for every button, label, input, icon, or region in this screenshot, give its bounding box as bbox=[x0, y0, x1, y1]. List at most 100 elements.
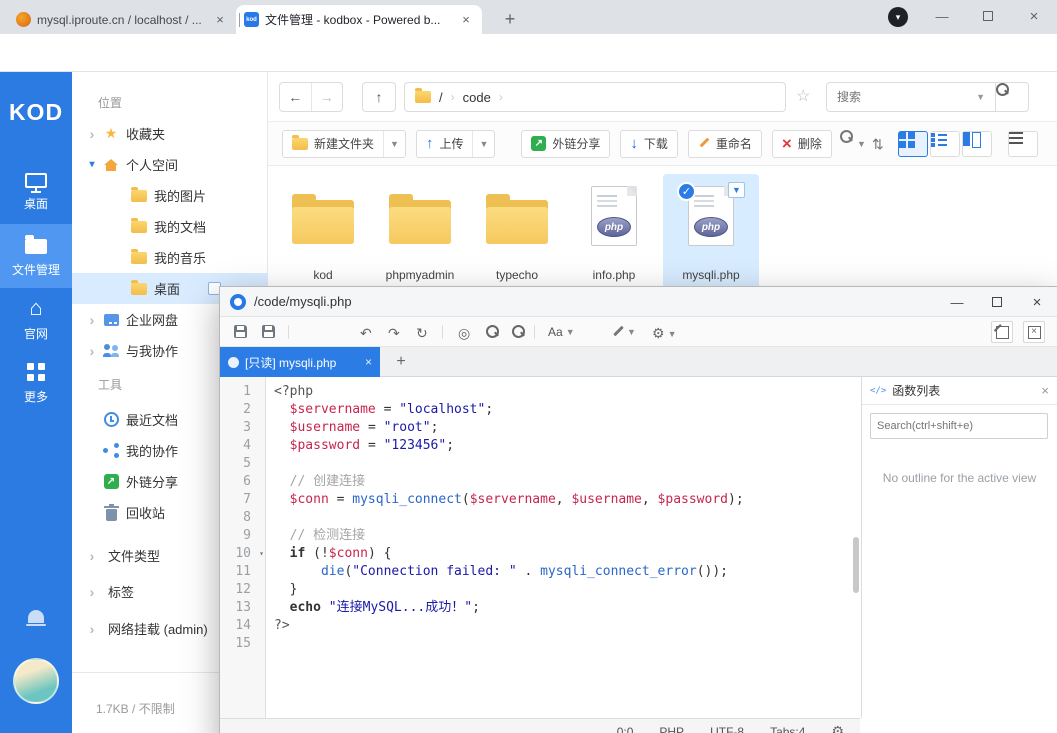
tab-close-icon[interactable]: × bbox=[458, 12, 474, 27]
toolbar-button[interactable]: 新建文件夹▼ bbox=[282, 130, 406, 158]
path-bar[interactable]: / › code › bbox=[404, 82, 786, 112]
save-as-button[interactable] bbox=[262, 325, 275, 338]
view-grid-button[interactable] bbox=[898, 131, 928, 157]
refresh-button[interactable] bbox=[416, 325, 428, 342]
history-back-button[interactable]: ← bbox=[280, 83, 311, 111]
editor-tab[interactable]: [只读] mysql​i.php × bbox=[220, 347, 380, 377]
toolbar-button[interactable]: 删除 bbox=[772, 130, 832, 158]
zoom-tool[interactable]: ▼ bbox=[840, 130, 866, 158]
status-item[interactable]: 0:0 bbox=[617, 725, 634, 733]
new-editor-tab-button[interactable]: + bbox=[390, 351, 412, 373]
link-share-icon bbox=[104, 474, 119, 489]
toolbar-button[interactable]: 重命名 bbox=[688, 130, 762, 158]
tree-item-label: 桌面 bbox=[154, 279, 180, 298]
browser-status-circle-icon[interactable]: ▾ bbox=[888, 7, 908, 27]
zoom-icon bbox=[840, 138, 853, 151]
caret-down-icon[interactable]: ▼ bbox=[472, 131, 494, 157]
browser-tab[interactable]: mysql.iproute.cn / localhost / ...× bbox=[8, 5, 236, 34]
list-settings-button[interactable] bbox=[1008, 131, 1038, 157]
browser-tab[interactable]: kod文件管理 - kodbox - Powered b...× bbox=[236, 5, 482, 34]
tab-close-icon[interactable]: × bbox=[212, 12, 228, 27]
save-button[interactable] bbox=[234, 325, 247, 338]
rail-item[interactable]: 更多 bbox=[0, 352, 72, 416]
rail-item[interactable]: 文件管理 bbox=[0, 224, 72, 288]
notifications-bell[interactable] bbox=[28, 610, 44, 626]
breadcrumb-folder[interactable]: code bbox=[463, 90, 491, 105]
tree-item[interactable]: ▾个人空间 bbox=[72, 149, 268, 180]
editor-maximize-button[interactable] bbox=[977, 287, 1017, 317]
window-close-button[interactable]: × bbox=[1012, 0, 1056, 32]
up-folder-button[interactable]: ↑ bbox=[362, 82, 396, 112]
view-column-button[interactable] bbox=[962, 131, 992, 157]
find-replace-button[interactable] bbox=[512, 325, 525, 338]
tab-close-icon[interactable]: × bbox=[365, 355, 372, 369]
sort-tool[interactable] bbox=[872, 130, 884, 158]
tools-button[interactable]: ▼ bbox=[612, 325, 636, 338]
tree-item[interactable]: 我的图片 bbox=[72, 180, 268, 211]
file-item[interactable]: php✓▼mysqli.php bbox=[663, 174, 759, 292]
editor-close-button[interactable]: × bbox=[1017, 287, 1057, 317]
chevron-right-icon[interactable]: › bbox=[86, 344, 98, 358]
caret-down-icon[interactable]: ▼ bbox=[383, 131, 405, 157]
editor-window: /code/mysqli.php — × Aa▼ ▼ ▼ bbox=[220, 287, 1057, 733]
fold-caret-icon[interactable]: ▾ bbox=[259, 545, 264, 563]
file-menu-caret-icon[interactable]: ▼ bbox=[728, 182, 745, 198]
line-number: 14 bbox=[220, 617, 265, 635]
rail-item[interactable]: 官网 bbox=[0, 288, 72, 352]
chevron-down-icon[interactable]: ▾ bbox=[86, 160, 98, 170]
selected-check-icon[interactable]: ✓ bbox=[677, 182, 696, 201]
close-panel-button[interactable] bbox=[1023, 321, 1045, 343]
undo-button[interactable] bbox=[360, 325, 372, 342]
status-item[interactable]: Tabs:4 bbox=[770, 725, 805, 733]
settings-button[interactable]: ▼ bbox=[652, 325, 676, 342]
status-item[interactable]: PHP bbox=[659, 725, 684, 733]
user-avatar[interactable] bbox=[13, 658, 59, 704]
rail-item[interactable]: 桌面 bbox=[0, 160, 72, 224]
window-maximize-button[interactable] bbox=[966, 0, 1010, 32]
search-box[interactable]: ▼ bbox=[826, 82, 996, 112]
status-item[interactable]: UTF-8 bbox=[710, 725, 744, 733]
tree-item[interactable]: ›收藏夹 bbox=[72, 118, 268, 149]
app-logo[interactable]: KOD bbox=[0, 72, 72, 152]
breadcrumb-root[interactable]: / bbox=[439, 90, 443, 105]
toolbar-button[interactable]: 下载 bbox=[620, 130, 678, 158]
find-button[interactable] bbox=[486, 325, 499, 338]
outline-close-icon[interactable]: × bbox=[1041, 383, 1049, 398]
code-area[interactable]: <?php $servername = "localhost"; $userna… bbox=[266, 377, 861, 718]
link-share-icon bbox=[531, 136, 546, 151]
tree-item[interactable]: 我的音乐 bbox=[72, 242, 268, 273]
people-icon bbox=[103, 344, 119, 357]
outline-search-input[interactable] bbox=[870, 413, 1048, 439]
fullscreen-button[interactable] bbox=[991, 321, 1013, 343]
file-item[interactable]: phpmyadmin bbox=[372, 174, 468, 292]
chevron-right-icon[interactable]: › bbox=[86, 549, 98, 563]
file-item[interactable]: typecho bbox=[469, 174, 565, 292]
toolbar-button[interactable]: 外链分享 bbox=[521, 130, 610, 158]
editor-titlebar[interactable]: /code/mysqli.php — × bbox=[220, 287, 1057, 317]
tree-item[interactable]: 我的文档 bbox=[72, 211, 268, 242]
redo-button[interactable] bbox=[388, 325, 400, 342]
favorite-path-star-icon[interactable]: ☆ bbox=[796, 86, 810, 106]
search-scope-caret-icon[interactable]: ▼ bbox=[976, 92, 985, 102]
chevron-right-icon[interactable]: › bbox=[86, 313, 98, 327]
chevron-right-icon[interactable]: › bbox=[86, 585, 98, 599]
window-minimize-button[interactable]: — bbox=[920, 0, 964, 32]
goto-button[interactable] bbox=[458, 325, 470, 342]
editor-minimize-button[interactable]: — bbox=[937, 287, 977, 317]
file-item[interactable]: phpinfo.php bbox=[566, 174, 662, 292]
font-settings-button[interactable]: Aa▼ bbox=[548, 325, 575, 339]
view-detail-button[interactable] bbox=[930, 131, 960, 157]
chevron-right-icon[interactable]: › bbox=[86, 622, 98, 636]
outline-panel-title: 函数列表 bbox=[892, 382, 940, 399]
folder-icon bbox=[291, 184, 355, 252]
scrollbar-thumb[interactable] bbox=[853, 537, 859, 593]
chevron-right-icon[interactable]: › bbox=[86, 127, 98, 141]
new-tab-button[interactable]: + bbox=[498, 7, 522, 31]
search-button[interactable] bbox=[995, 82, 1029, 112]
grid-view-icon bbox=[905, 136, 921, 152]
editor-scrollbar[interactable] bbox=[852, 377, 860, 718]
history-forward-button[interactable]: → bbox=[311, 83, 343, 111]
file-item[interactable]: kod bbox=[275, 174, 371, 292]
toolbar-button[interactable]: 上传▼ bbox=[416, 130, 495, 158]
search-input[interactable] bbox=[837, 90, 957, 104]
